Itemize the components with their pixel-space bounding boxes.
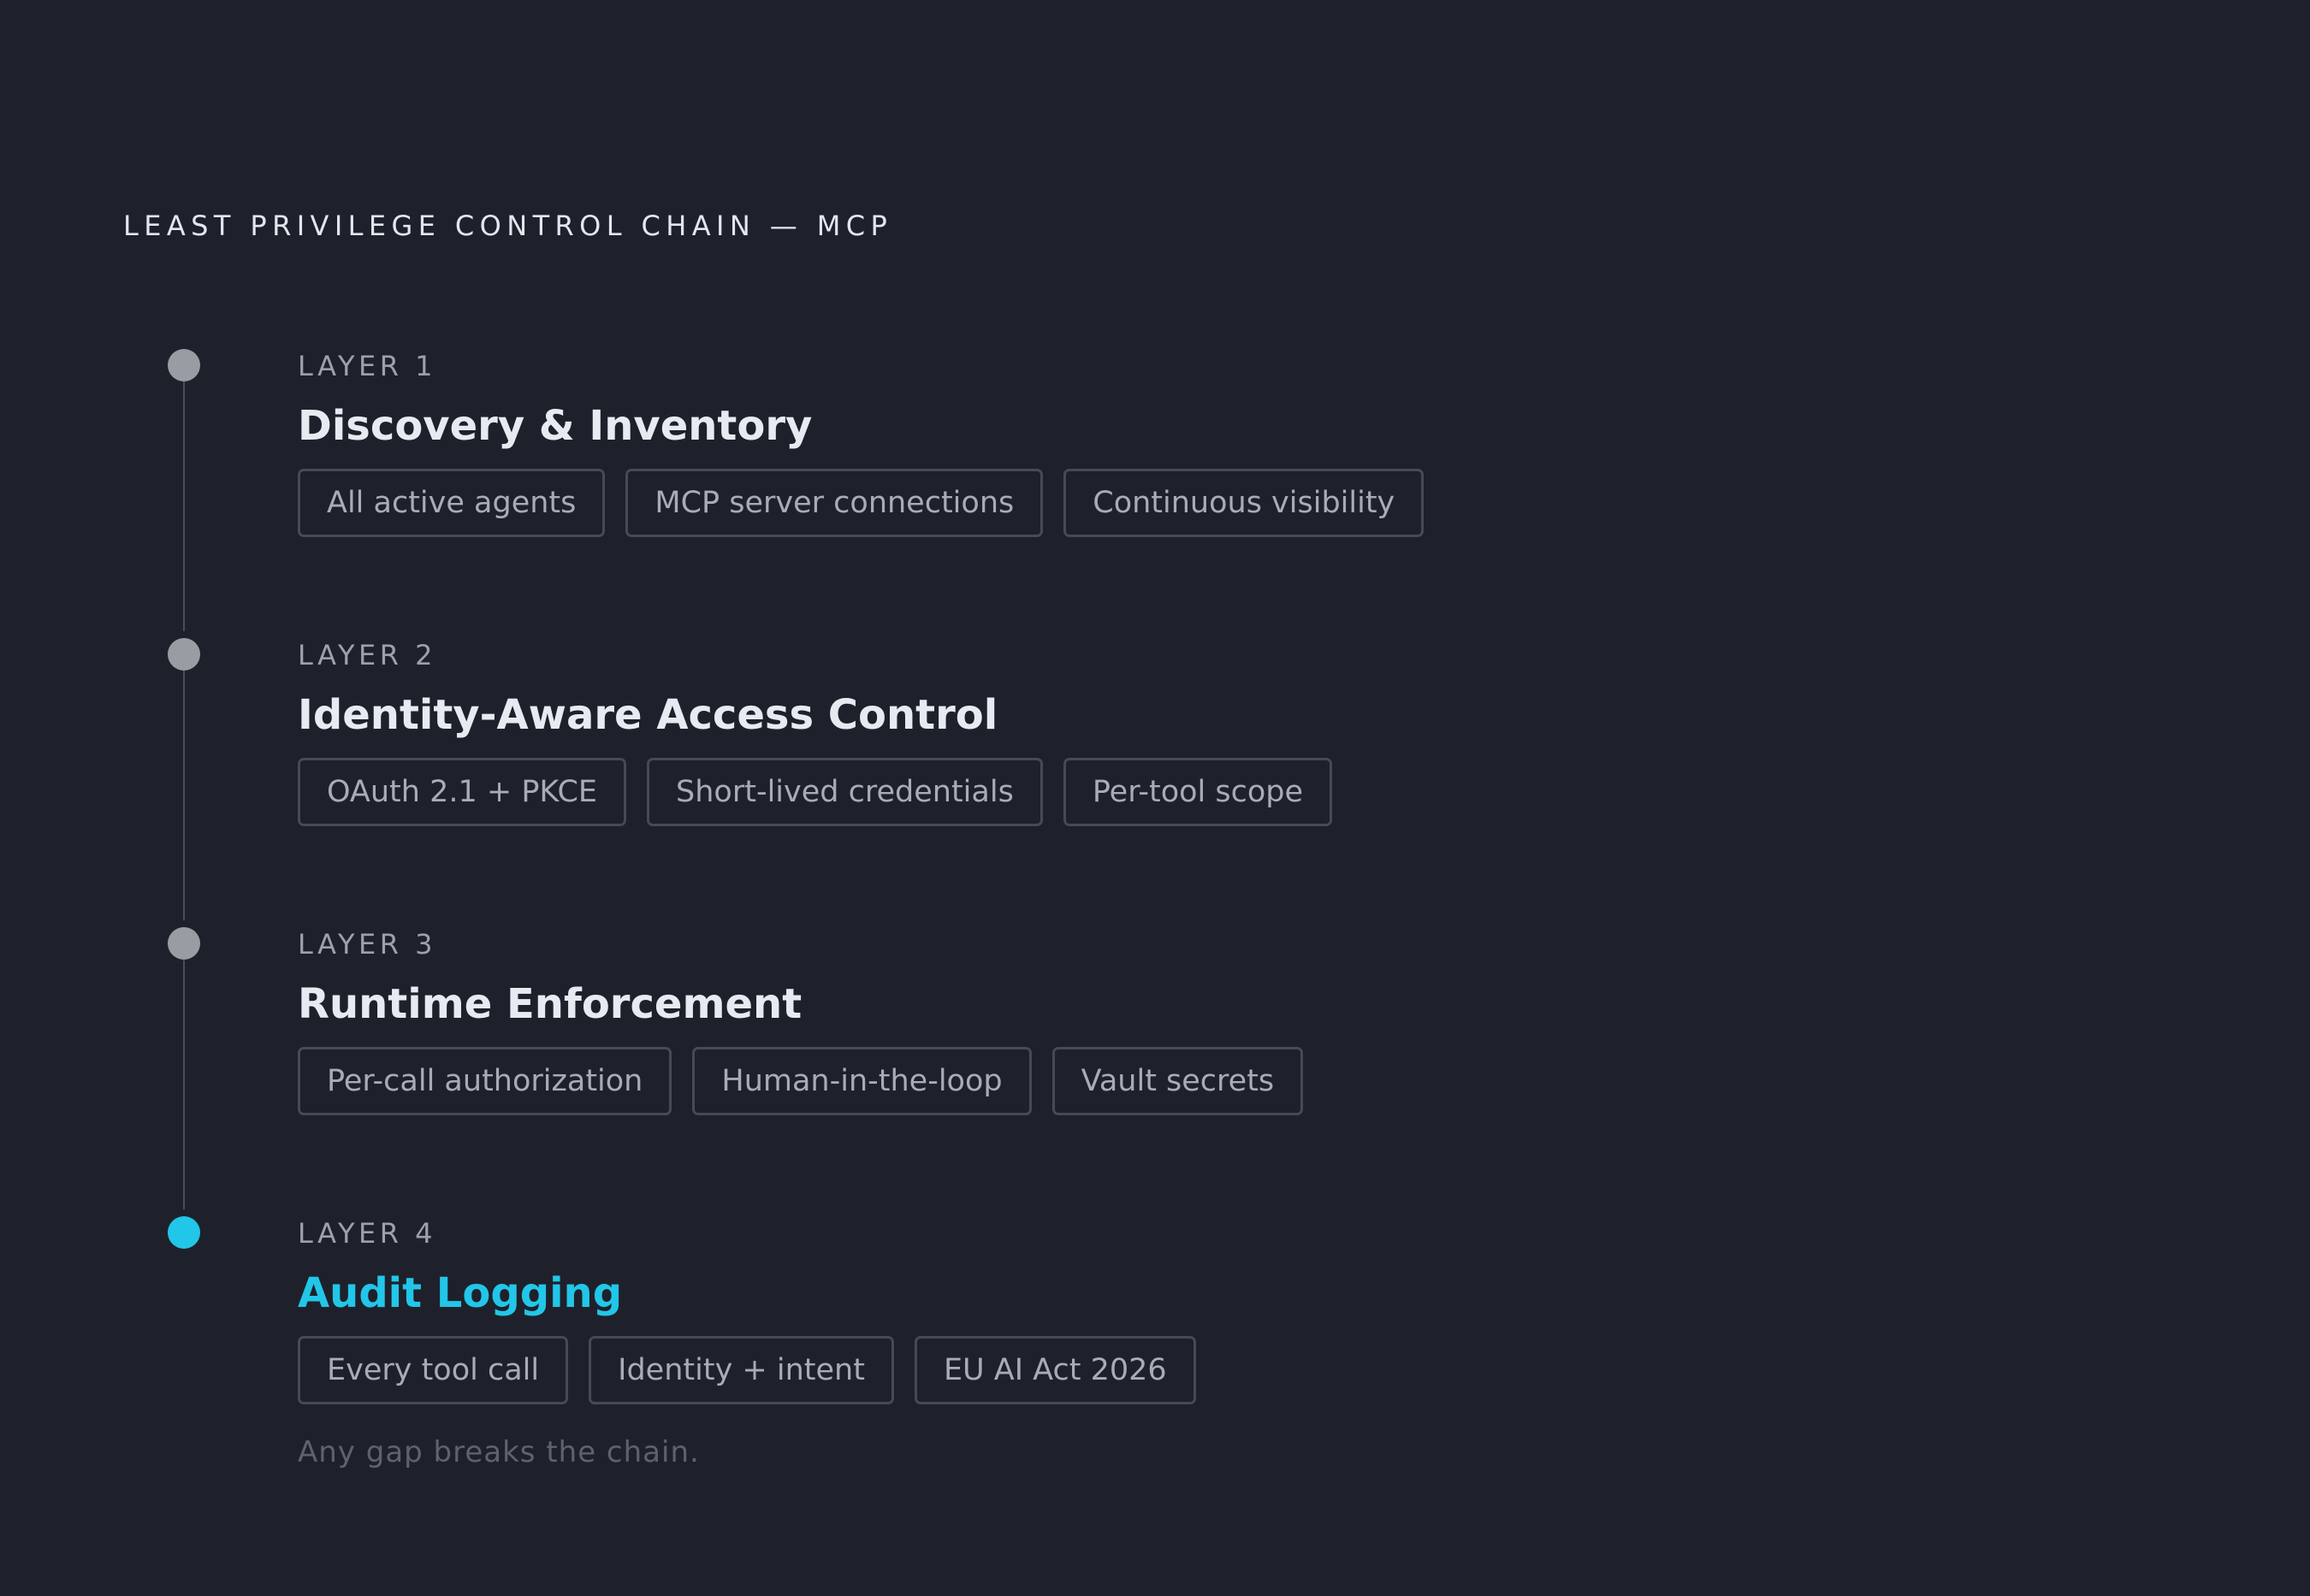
- connector-3-4: [183, 960, 185, 1209]
- tag-continuous-visibility: Continuous visibility: [1063, 469, 1424, 537]
- layer-4-node-dot: [168, 1216, 200, 1249]
- tag-all-active-agents: All active agents: [298, 469, 606, 537]
- layer-3-title: Runtime Enforcement: [298, 980, 803, 1028]
- layer-1: LAYER 1 Discovery & Inventory All active…: [298, 349, 1424, 537]
- layer-2: LAYER 2 Identity-Aware Access Control OA…: [298, 638, 1333, 826]
- tag-every-tool-call: Every tool call: [298, 1336, 569, 1404]
- layer-2-label: LAYER 2: [298, 639, 436, 671]
- layer-3-node-dot: [168, 927, 200, 960]
- tag-human-in-the-loop: Human-in-the-loop: [692, 1047, 1032, 1115]
- layer-4-title: Audit Logging: [298, 1269, 623, 1317]
- connector-1-2: [183, 381, 185, 631]
- layer-1-title: Discovery & Inventory: [298, 402, 813, 450]
- layer-4: LAYER 4 Audit Logging Every tool call Id…: [298, 1216, 1196, 1404]
- tag-per-tool-scope: Per-tool scope: [1063, 758, 1333, 826]
- layer-1-node-dot: [168, 349, 200, 381]
- layer-2-node-dot: [168, 638, 200, 671]
- layer-4-label: LAYER 4: [298, 1217, 436, 1250]
- connector-2-3: [183, 671, 185, 920]
- tag-identity-intent: Identity + intent: [589, 1336, 894, 1404]
- control-chain: LAYER 1 Discovery & Inventory All active…: [0, 0, 2310, 1596]
- layer-2-title: Identity-Aware Access Control: [298, 691, 998, 739]
- layer-4-tags: Every tool call Identity + intent EU AI …: [298, 1336, 1196, 1404]
- layer-1-label: LAYER 1: [298, 350, 436, 382]
- layer-3-tags: Per-call authorization Human-in-the-loop…: [298, 1047, 1304, 1115]
- tag-vault-secrets: Vault secrets: [1051, 1047, 1304, 1115]
- tag-per-call-authorization: Per-call authorization: [298, 1047, 672, 1115]
- layer-3-label: LAYER 3: [298, 928, 436, 961]
- layer-3: LAYER 3 Runtime Enforcement Per-call aut…: [298, 927, 1304, 1115]
- tag-mcp-server-connections: MCP server connections: [625, 469, 1044, 537]
- tag-short-lived-credentials: Short-lived credentials: [647, 758, 1043, 826]
- layer-2-tags: OAuth 2.1 + PKCE Short-lived credentials…: [298, 758, 1333, 826]
- tag-oauth-pkce: OAuth 2.1 + PKCE: [298, 758, 627, 826]
- layer-1-tags: All active agents MCP server connections…: [298, 469, 1424, 537]
- tag-eu-ai-act-2026: EU AI Act 2026: [914, 1336, 1196, 1404]
- chain-footnote: Any gap breaks the chain.: [298, 1435, 700, 1469]
